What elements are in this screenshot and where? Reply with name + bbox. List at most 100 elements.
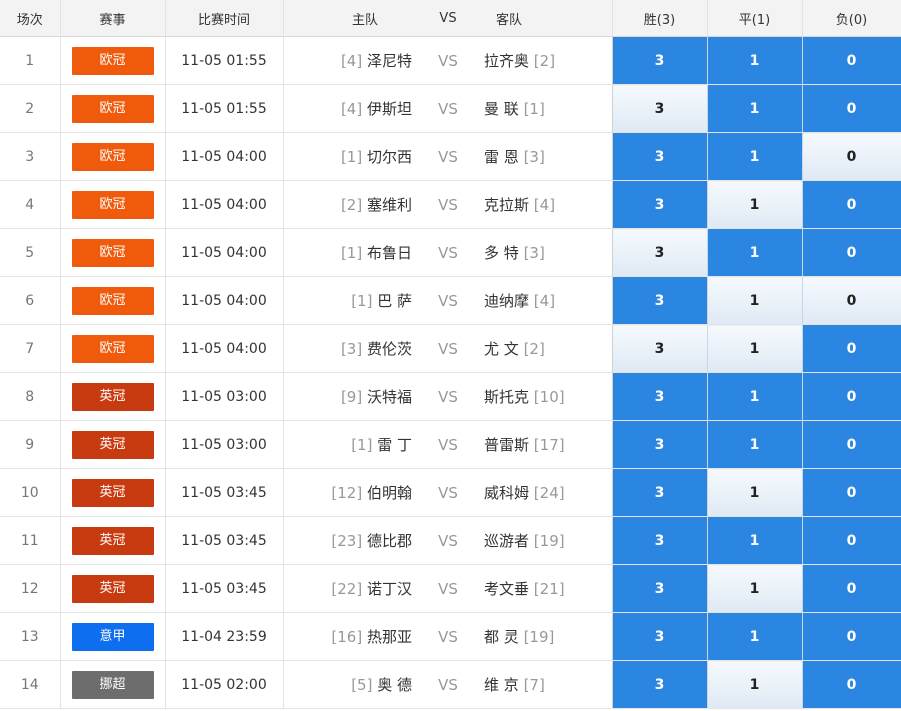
home-team: [1] 雷 丁 bbox=[283, 420, 418, 469]
home-name: 诺丁汉 bbox=[366, 580, 412, 598]
home-name: 德比郡 bbox=[366, 532, 412, 550]
win-option[interactable]: 3 bbox=[612, 564, 708, 613]
lose-option[interactable]: 0 bbox=[802, 468, 901, 517]
away-team: 威科姆 [24] bbox=[478, 468, 613, 517]
match-time: 11-05 03:00 bbox=[165, 420, 284, 469]
league-badge[interactable]: 欧冠 bbox=[71, 334, 154, 363]
league-badge[interactable]: 英冠 bbox=[71, 430, 154, 459]
draw-option[interactable]: 1 bbox=[707, 84, 803, 133]
lose-option[interactable]: 0 bbox=[802, 324, 901, 373]
draw-option[interactable]: 1 bbox=[707, 468, 803, 517]
vs-label: VS bbox=[418, 660, 478, 709]
league-badge[interactable]: 欧冠 bbox=[71, 46, 154, 75]
win-option[interactable]: 3 bbox=[612, 84, 708, 133]
match-index: 2 bbox=[0, 84, 61, 133]
home-team: [4] 泽尼特 bbox=[283, 36, 418, 85]
match-time: 11-05 03:45 bbox=[165, 564, 284, 613]
table-row: 9 英冠 11-05 03:00 [1] 雷 丁 VS 普雷斯 [17] 3 1 0 bbox=[0, 420, 901, 469]
league-badge[interactable]: 欧冠 bbox=[71, 94, 154, 123]
draw-option[interactable]: 1 bbox=[707, 276, 803, 325]
league-badge[interactable]: 意甲 bbox=[71, 622, 154, 651]
win-option[interactable]: 3 bbox=[612, 420, 708, 469]
vs-label: VS bbox=[418, 612, 478, 661]
lose-option[interactable]: 0 bbox=[802, 372, 901, 421]
match-time: 11-05 03:00 bbox=[165, 372, 284, 421]
draw-option[interactable]: 1 bbox=[707, 612, 803, 661]
home-rank: [4] bbox=[340, 100, 363, 118]
vs-label: VS bbox=[418, 180, 478, 229]
vs-label: VS bbox=[418, 84, 478, 133]
away-team: 多 特 [3] bbox=[478, 228, 613, 277]
away-team: 都 灵 [19] bbox=[478, 612, 613, 661]
draw-option[interactable]: 1 bbox=[707, 420, 803, 469]
away-name: 斯托克 bbox=[484, 388, 530, 406]
match-time: 11-05 03:45 bbox=[165, 516, 284, 565]
win-option[interactable]: 3 bbox=[612, 324, 708, 373]
home-name: 伯明翰 bbox=[366, 484, 412, 502]
league-badge[interactable]: 欧冠 bbox=[71, 238, 154, 267]
away-rank: [4] bbox=[533, 292, 556, 310]
draw-option[interactable]: 1 bbox=[707, 36, 803, 85]
draw-option[interactable]: 1 bbox=[707, 372, 803, 421]
table-row: 8 英冠 11-05 03:00 [9] 沃特福 VS 斯托克 [10] 3 1 0 bbox=[0, 372, 901, 421]
lose-option[interactable]: 0 bbox=[802, 516, 901, 565]
away-rank: [24] bbox=[533, 484, 565, 502]
home-name: 奥 德 bbox=[377, 676, 412, 694]
lose-option[interactable]: 0 bbox=[802, 612, 901, 661]
lose-option[interactable]: 0 bbox=[802, 276, 901, 325]
lose-option[interactable]: 0 bbox=[802, 660, 901, 709]
away-name: 都 灵 bbox=[484, 628, 519, 646]
league-badge[interactable]: 欧冠 bbox=[71, 286, 154, 315]
match-time: 11-05 04:00 bbox=[165, 324, 284, 373]
home-team: [5] 奥 德 bbox=[283, 660, 418, 709]
league-badge[interactable]: 英冠 bbox=[71, 382, 154, 411]
draw-option[interactable]: 1 bbox=[707, 564, 803, 613]
home-team: [1] 巴 萨 bbox=[283, 276, 418, 325]
league-badge[interactable]: 英冠 bbox=[71, 526, 154, 555]
away-team: 维 京 [7] bbox=[478, 660, 613, 709]
vs-label: VS bbox=[418, 516, 478, 565]
draw-option[interactable]: 1 bbox=[707, 228, 803, 277]
win-option[interactable]: 3 bbox=[612, 468, 708, 517]
win-option[interactable]: 3 bbox=[612, 228, 708, 277]
vs-label: VS bbox=[418, 276, 478, 325]
win-option[interactable]: 3 bbox=[612, 132, 708, 181]
home-rank: [1] bbox=[340, 148, 363, 166]
table-row: 11 英冠 11-05 03:45 [23] 德比郡 VS 巡游者 [19] 3 1 0 bbox=[0, 516, 901, 565]
win-option[interactable]: 3 bbox=[612, 612, 708, 661]
win-option[interactable]: 3 bbox=[612, 372, 708, 421]
header-draw: 平(1) bbox=[707, 0, 803, 37]
table-row: 6 欧冠 11-05 04:00 [1] 巴 萨 VS 迪纳摩 [4] 3 1 0 bbox=[0, 276, 901, 325]
home-name: 沃特福 bbox=[366, 388, 412, 406]
lose-option[interactable]: 0 bbox=[802, 564, 901, 613]
win-option[interactable]: 3 bbox=[612, 36, 708, 85]
league-badge[interactable]: 英冠 bbox=[71, 478, 154, 507]
match-table: 场次 赛事 比赛时间 主队 VS 客队 胜(3) 平(1) 负(0) 1 欧冠 11… bbox=[0, 0, 901, 709]
lose-option[interactable]: 0 bbox=[802, 132, 901, 181]
lose-option[interactable]: 0 bbox=[802, 84, 901, 133]
league-badge[interactable]: 挪超 bbox=[71, 670, 154, 699]
away-team: 迪纳摩 [4] bbox=[478, 276, 613, 325]
win-option[interactable]: 3 bbox=[612, 660, 708, 709]
draw-option[interactable]: 1 bbox=[707, 660, 803, 709]
away-name: 巡游者 bbox=[484, 532, 530, 550]
league-badge[interactable]: 欧冠 bbox=[71, 142, 154, 171]
lose-option[interactable]: 0 bbox=[802, 420, 901, 469]
lose-option[interactable]: 0 bbox=[802, 228, 901, 277]
draw-option[interactable]: 1 bbox=[707, 132, 803, 181]
win-option[interactable]: 3 bbox=[612, 276, 708, 325]
league-badge[interactable]: 欧冠 bbox=[71, 190, 154, 219]
win-option[interactable]: 3 bbox=[612, 516, 708, 565]
draw-option[interactable]: 1 bbox=[707, 324, 803, 373]
lose-option[interactable]: 0 bbox=[802, 180, 901, 229]
home-name: 泽尼特 bbox=[366, 52, 412, 70]
league-badge[interactable]: 英冠 bbox=[71, 574, 154, 603]
draw-option[interactable]: 1 bbox=[707, 516, 803, 565]
lose-option[interactable]: 0 bbox=[802, 36, 901, 85]
home-team: [23] 德比郡 bbox=[283, 516, 418, 565]
win-option[interactable]: 3 bbox=[612, 180, 708, 229]
home-team: [2] 塞维利 bbox=[283, 180, 418, 229]
match-time: 11-05 03:45 bbox=[165, 468, 284, 517]
draw-option[interactable]: 1 bbox=[707, 180, 803, 229]
match-index: 1 bbox=[0, 36, 61, 85]
